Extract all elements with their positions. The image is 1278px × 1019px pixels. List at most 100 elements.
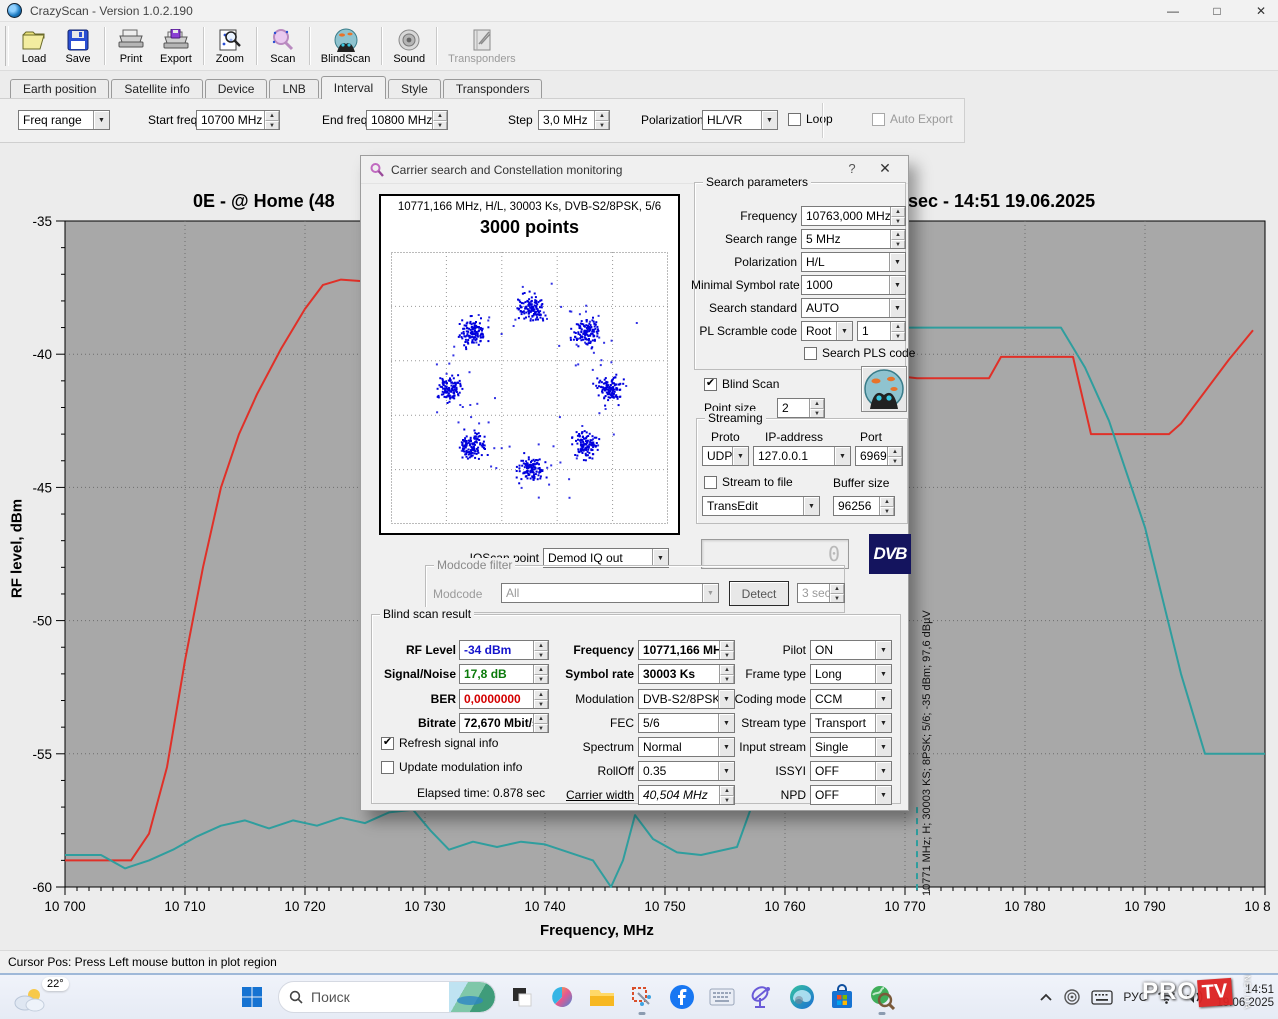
toolbar-button-blindscan[interactable]: BlindScan [314, 22, 378, 70]
spinner[interactable]: ▲▼ [594, 111, 609, 129]
spinner[interactable]: ▲▼ [890, 207, 905, 225]
chevron-down-icon[interactable]: ▼ [761, 111, 777, 129]
dialog-titlebar[interactable]: Carrier search and Constellation monitor… [361, 156, 908, 184]
chevron-down-icon[interactable]: ▼ [875, 714, 891, 732]
taskbar-search[interactable]: Поиск [278, 981, 496, 1013]
chevron-down-icon[interactable]: ▼ [889, 276, 905, 294]
chevron-down-icon[interactable]: ▼ [875, 762, 891, 780]
ip-address-select[interactable]: 127.0.0.1▼ [753, 446, 851, 466]
modcode-select[interactable]: All▼ [501, 583, 719, 603]
chevron-down-icon[interactable]: ▼ [702, 584, 718, 602]
snipping-tool-icon[interactable] [628, 983, 656, 1011]
pl-scramble-mode-select[interactable]: Root▼ [801, 321, 853, 341]
satellite-app-icon[interactable] [748, 983, 776, 1011]
update-modulation-checkbox[interactable]: Update modulation info [381, 760, 522, 774]
polarization-select[interactable]: HL/VR▼ [702, 110, 778, 130]
coding-mode-select[interactable]: CCM▼ [810, 689, 892, 709]
toolbar-button-sound[interactable]: Sound [386, 22, 432, 70]
touch-keyboard-icon[interactable] [708, 983, 736, 1011]
blind-scan-checkbox[interactable]: Blind Scan [704, 377, 779, 391]
spinner[interactable]: ▲▼ [432, 111, 447, 129]
pilot-select[interactable]: ON▼ [810, 640, 892, 660]
facebook-icon[interactable] [668, 983, 696, 1011]
pl-scramble-value-input[interactable]: 1▲▼ [857, 321, 906, 341]
proto-select[interactable]: UDP▼ [702, 446, 749, 466]
port-input[interactable]: 6969▲▼ [855, 446, 903, 466]
tray-app-icon[interactable] [1063, 988, 1081, 1006]
stream-type-select[interactable]: Transport▼ [810, 713, 892, 733]
maximize-button[interactable]: □ [1210, 4, 1224, 18]
dialog-close-button[interactable]: ✕ [876, 160, 894, 177]
toolbar-button-scan[interactable]: Scan [261, 22, 305, 70]
frequency-input[interactable]: 10763,000 MHz▲▼ [801, 206, 906, 226]
tray-chevron-up-icon[interactable] [1039, 992, 1053, 1002]
task-view-button[interactable] [508, 983, 536, 1011]
tab-interval[interactable]: Interval [321, 76, 386, 99]
tray-keyboard-icon[interactable] [1091, 990, 1113, 1005]
chevron-down-icon[interactable]: ▼ [834, 447, 850, 465]
fishbowl-image-button[interactable] [861, 366, 907, 412]
min-symbol-rate-select[interactable]: 1000▼ [801, 275, 906, 295]
spinner[interactable]: ▲▼ [829, 584, 844, 602]
chevron-down-icon[interactable]: ▼ [889, 253, 905, 271]
chevron-down-icon[interactable]: ▼ [732, 447, 748, 465]
tab-device[interactable]: Device [205, 79, 268, 99]
file-explorer-icon[interactable] [588, 983, 616, 1011]
minimize-button[interactable]: — [1166, 4, 1180, 18]
search-range-input[interactable]: 5 MHz▲▼ [801, 229, 906, 249]
chevron-down-icon[interactable]: ▼ [836, 322, 852, 340]
toolbar-button-load[interactable]: Load [12, 22, 56, 70]
start-button[interactable] [238, 983, 266, 1011]
modulation-select[interactable]: DVB-S2/8PSK▼ [638, 689, 735, 709]
rolloff-select[interactable]: 0.35▼ [638, 761, 735, 781]
crazyscan-taskbar-icon[interactable] [868, 983, 896, 1011]
spinner[interactable]: ▲▼ [890, 322, 905, 340]
npd-select[interactable]: OFF▼ [810, 785, 892, 805]
copilot-icon[interactable] [548, 983, 576, 1011]
end-freq-input[interactable]: 10800 MHz▲▼ [366, 110, 448, 130]
spinner[interactable]: ▲▼ [264, 111, 279, 129]
app-titlebar[interactable]: CrazyScan - Version 1.0.2.190 — □ ✕ [0, 0, 1278, 22]
chevron-down-icon[interactable]: ▼ [875, 786, 891, 804]
chevron-down-icon[interactable]: ▼ [93, 111, 109, 129]
chevron-down-icon[interactable]: ▼ [875, 665, 891, 683]
frame-type-select[interactable]: Long▼ [810, 664, 892, 684]
spinner[interactable]: ▲▼ [809, 399, 824, 417]
tab-style[interactable]: Style [388, 79, 441, 99]
spinner[interactable]: ▲▼ [887, 447, 902, 465]
close-button[interactable]: ✕ [1254, 4, 1268, 18]
spinner[interactable]: ▲▼ [879, 497, 894, 515]
point-size-input[interactable]: 2▲▼ [777, 398, 825, 418]
toolbar-button-export[interactable]: Export [153, 22, 199, 70]
result-frequency-value[interactable]: 10771,166 MHz▲▼ [638, 640, 735, 660]
toolbar-button-save[interactable]: Save [56, 22, 100, 70]
buffer-size-input[interactable]: 96256▲▼ [833, 496, 895, 516]
fec-select[interactable]: 5/6▼ [638, 713, 735, 733]
symbol-rate-value[interactable]: 30003 Ks▲▼ [638, 664, 735, 684]
start-freq-input[interactable]: 10700 MHz▲▼ [196, 110, 280, 130]
spinner[interactable]: ▲▼ [719, 641, 734, 659]
microsoft-store-icon[interactable] [828, 983, 856, 1011]
step-input[interactable]: 3,0 MHz▲▼ [538, 110, 610, 130]
spinner[interactable]: ▲▼ [719, 786, 734, 804]
carrier-width-value[interactable]: 40,504 MHz▲▼ [638, 785, 735, 805]
freq-range-select[interactable]: Freq range▼ [18, 110, 110, 130]
chevron-down-icon[interactable]: ▼ [889, 299, 905, 317]
chevron-down-icon[interactable]: ▼ [718, 762, 734, 780]
detect-button[interactable]: Detect [729, 581, 789, 606]
spinner[interactable]: ▲▼ [719, 665, 734, 683]
tab-transponders[interactable]: Transponders [443, 79, 543, 99]
auto-export-checkbox[interactable]: Auto Export [872, 112, 953, 126]
weather-widget[interactable]: 22° [10, 979, 80, 1015]
tab-satellite-info[interactable]: Satellite info [111, 79, 202, 99]
toolbar-button-print[interactable]: Print [109, 22, 153, 70]
chevron-down-icon[interactable]: ▼ [875, 690, 891, 708]
dialog-polarization-select[interactable]: H/L▼ [801, 252, 906, 272]
chevron-down-icon[interactable]: ▼ [803, 497, 819, 515]
chevron-down-icon[interactable]: ▼ [875, 738, 891, 756]
issyi-select[interactable]: OFF▼ [810, 761, 892, 781]
detect-interval-input[interactable]: 3 sec▲▼ [797, 583, 845, 603]
search-highlight-image[interactable] [449, 982, 495, 1012]
toolbar-button-zoom[interactable]: Zoom [208, 22, 252, 70]
tab-lnb[interactable]: LNB [269, 79, 318, 99]
